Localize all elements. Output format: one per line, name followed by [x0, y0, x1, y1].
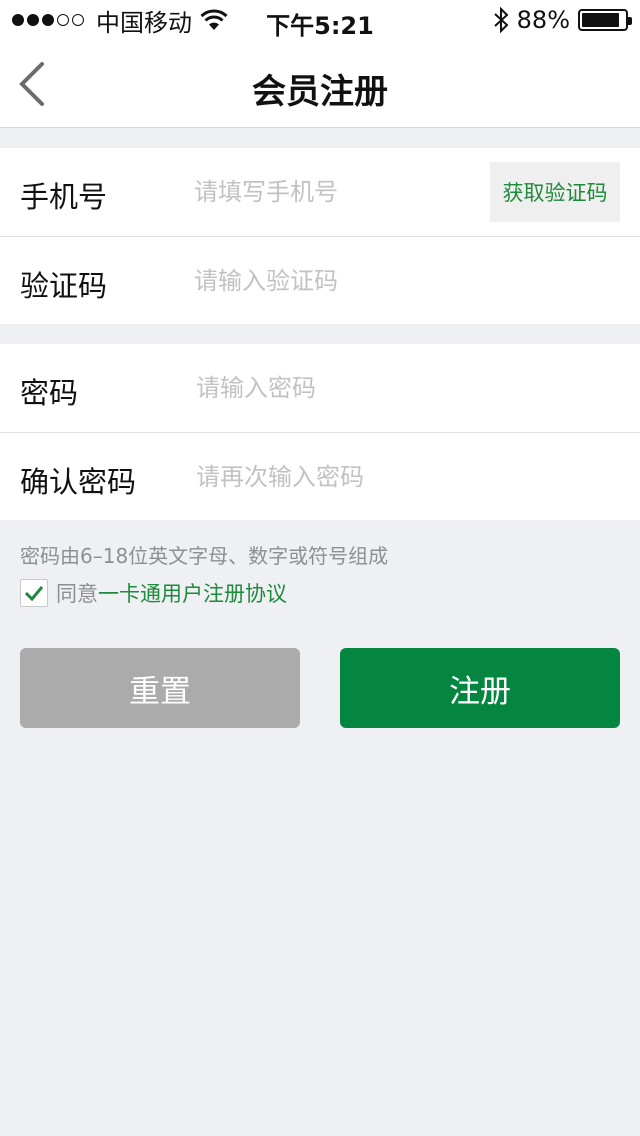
agreement-link[interactable]: 一卡通用户注册协议 — [98, 578, 287, 608]
agreement-row: 同意 一卡通用户注册协议 — [20, 578, 287, 608]
bluetooth-icon — [493, 7, 509, 33]
agreement-checkbox[interactable] — [20, 579, 48, 607]
verification-code-input[interactable] — [194, 255, 614, 307]
status-bar-right: 88% — [493, 6, 632, 34]
agreement-prefix: 同意 — [56, 582, 98, 606]
phone-label: 手机号 — [20, 180, 108, 214]
confirm-password-row: 确认密码 — [0, 432, 640, 520]
code-row: 验证码 — [0, 236, 640, 324]
password-row: 密码 — [0, 344, 640, 432]
get-code-button[interactable]: 获取验证码 — [490, 162, 620, 222]
nav-bar: 会员注册 — [0, 40, 640, 128]
register-button[interactable]: 注册 — [340, 648, 620, 728]
battery-icon — [578, 9, 632, 31]
checkmark-icon — [24, 586, 44, 601]
page-title: 会员注册 — [252, 72, 388, 112]
confirm-password-label: 确认密码 — [20, 465, 137, 499]
password-group: 密码 确认密码 — [0, 344, 640, 520]
phone-row: 手机号 获取验证码 — [0, 148, 640, 236]
confirm-password-input[interactable] — [196, 451, 616, 503]
password-input[interactable] — [196, 362, 616, 414]
battery-percent: 88% — [516, 6, 570, 34]
password-label: 密码 — [20, 376, 79, 410]
phone-code-group: 手机号 获取验证码 验证码 — [0, 148, 640, 324]
status-bar: 中国移动 下午5:21 88% — [0, 0, 640, 40]
code-label: 验证码 — [20, 269, 108, 303]
password-hint: 密码由6–18位英文字母、数字或符号组成 — [20, 544, 389, 568]
reset-button[interactable]: 重置 — [20, 648, 300, 728]
phone-input[interactable] — [194, 166, 474, 218]
battery-fill — [582, 13, 619, 27]
